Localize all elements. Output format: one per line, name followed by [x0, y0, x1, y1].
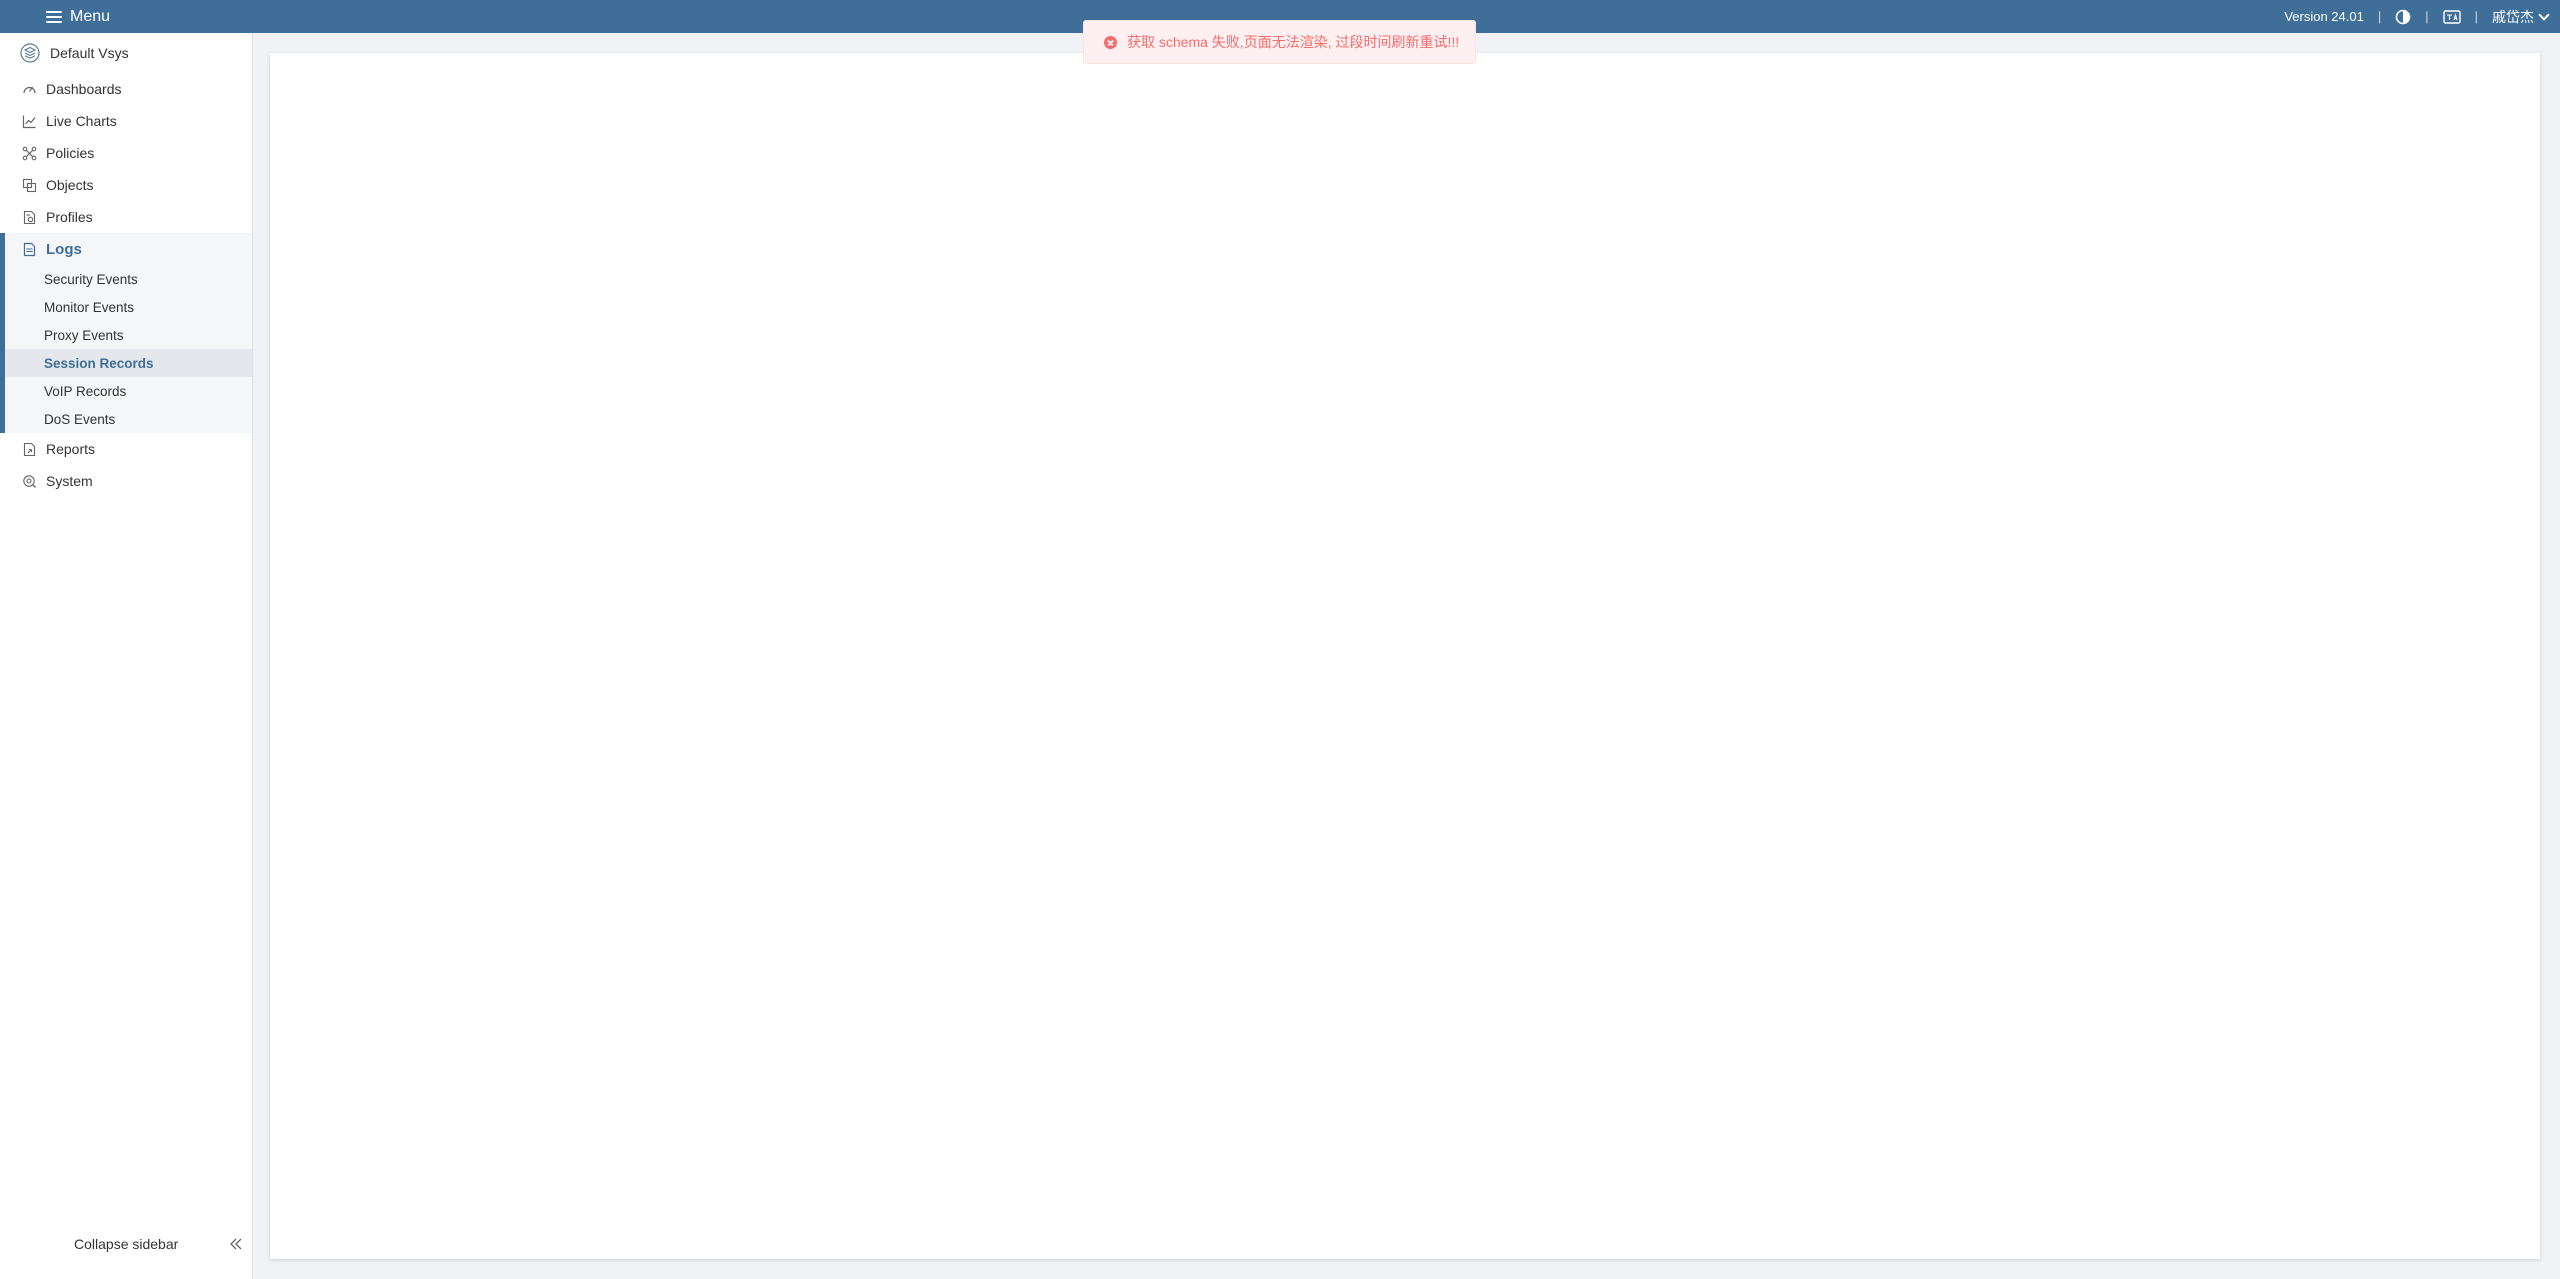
top-bar-actions: Version 24.01 | | | 戚岱杰	[2284, 7, 2560, 27]
main-content-panel	[270, 53, 2540, 1259]
chart-icon	[22, 115, 36, 128]
policy-icon	[22, 146, 37, 160]
sidebar-subitem-dos-events[interactable]: DoS Events	[0, 405, 252, 433]
sidebar-item-label: Logs	[46, 240, 82, 258]
sidebar-item-label: Live Charts	[46, 113, 117, 129]
vsys-selector[interactable]: Default Vsys	[0, 33, 252, 73]
error-toast: 获取 schema 失败,页面无法渲染, 过段时间刷新重试!!!	[1083, 20, 1476, 64]
sidebar-item-system[interactable]: System	[0, 465, 252, 497]
sidebar-subitem-security-events[interactable]: Security Events	[0, 265, 252, 293]
sidebar-item-label: Objects	[46, 177, 94, 193]
collapse-sidebar-label: Collapse sidebar	[74, 1236, 179, 1252]
sidebar-item-reports[interactable]: Reports	[0, 433, 252, 465]
objects-icon	[22, 178, 37, 192]
error-circle-icon	[1104, 35, 1117, 49]
sidebar-item-label: Reports	[46, 441, 96, 457]
user-menu[interactable]: 戚岱杰	[2492, 7, 2534, 27]
sidebar-subitem-voip-records[interactable]: VoIP Records	[0, 377, 252, 405]
double-chevron-left-icon[interactable]	[227, 1235, 245, 1253]
vsys-label: Default Vsys	[50, 45, 129, 61]
reports-icon	[23, 442, 36, 456]
sidebar-item-dashboards[interactable]: Dashboards	[0, 73, 252, 105]
sidebar-item-objects[interactable]: Objects	[0, 169, 252, 201]
system-icon	[23, 474, 36, 488]
collapse-sidebar-button[interactable]: Collapse sidebar	[0, 1231, 253, 1257]
chevron-down-icon[interactable]	[2538, 8, 2550, 21]
divider: |	[2377, 9, 2382, 24]
sidebar-item-label: Profiles	[46, 209, 93, 225]
divider: |	[2425, 9, 2429, 24]
language-icon[interactable]	[2442, 9, 2461, 24]
divider: |	[2474, 9, 2478, 24]
error-toast-message: 获取 schema 失败,页面无法渲染, 过段时间刷新重试!!!	[1127, 34, 1460, 50]
theme-toggle-icon[interactable]	[2395, 9, 2411, 25]
sidebar-subitem-session-records[interactable]: Session Records	[0, 349, 252, 377]
sidebar-item-label: Policies	[46, 145, 95, 161]
layers-icon	[20, 43, 40, 63]
sidebar-subitem-proxy-events[interactable]: Proxy Events	[0, 321, 252, 349]
dashboard-icon	[23, 86, 36, 93]
sidebar-subitem-monitor-events[interactable]: Monitor Events	[0, 293, 252, 321]
sidebar-item-logs[interactable]: Logs	[0, 233, 252, 265]
sidebar-item-label: System	[46, 473, 93, 489]
version-label: Version 24.01	[2284, 9, 2364, 24]
menu-label: Menu	[70, 7, 111, 25]
sidebar: Default Vsys Dashboards Live Charts Poli…	[0, 33, 253, 1279]
hamburger-menu-icon	[46, 10, 62, 23]
sidebar-group-logs: Logs Security Events Monitor Events Prox…	[0, 233, 252, 433]
logs-icon	[23, 242, 36, 256]
menu-button[interactable]: Menu	[0, 8, 110, 26]
profiles-icon	[23, 210, 36, 224]
sidebar-item-live-charts[interactable]: Live Charts	[0, 105, 252, 137]
sidebar-item-policies[interactable]: Policies	[0, 137, 252, 169]
sidebar-item-label: Dashboards	[46, 81, 122, 97]
sidebar-item-profiles[interactable]: Profiles	[0, 201, 252, 233]
